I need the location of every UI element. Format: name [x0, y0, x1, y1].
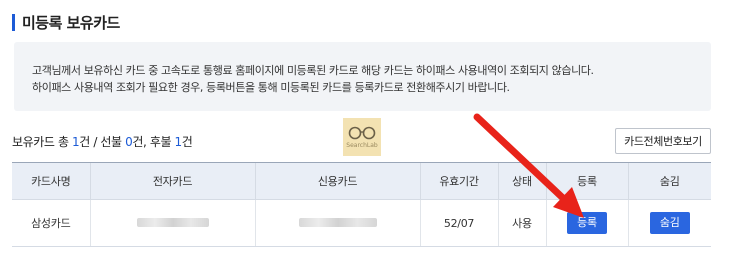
card-table: 카드사명 전자카드 신용카드 유효기간 상태 등록 숨김 삼성카드 52/07 …: [12, 162, 711, 247]
header-hide: 숨김: [627, 162, 711, 200]
header-status: 상태: [497, 162, 546, 200]
section-title: 미등록 보유카드: [12, 12, 120, 32]
view-all-numbers-button[interactable]: 카드전체번호보기: [615, 128, 711, 154]
register-button[interactable]: 등록: [567, 212, 607, 234]
notice-line-2: 하이패스 사용내역 조회가 필요한 경우, 등록버튼을 통해 미등록된 카드를 …: [32, 81, 510, 94]
title-accent-bar: [12, 13, 15, 31]
cell-credit-card: [254, 199, 420, 247]
header-company: 카드사명: [12, 162, 90, 200]
table-header-row: 카드사명 전자카드 신용카드 유효기간 상태 등록 숨김: [12, 162, 711, 200]
summary-prefix: 보유카드 총: [12, 135, 73, 149]
cell-electronic-card: [89, 199, 255, 247]
notice-line-1: 고객님께서 보유하신 카드 중 고속도로 통행료 홈페이지에 미등록된 카드로 …: [32, 64, 594, 77]
summary-unit-2: 건, 후불: [132, 135, 175, 149]
card-count-summary: 보유카드 총 1건 / 선불 0건, 후불 1건: [12, 133, 193, 150]
cell-company: 삼성카드: [12, 199, 90, 247]
header-expiry: 유효기간: [419, 162, 498, 200]
notice-box: 고객님께서 보유하신 카드 중 고속도로 통행료 홈페이지에 미등록된 카드로 …: [14, 42, 711, 111]
summary-unit-3: 건: [181, 135, 193, 149]
summary-unit-1: 건 / 선불: [79, 135, 126, 149]
cell-hide: 숨김: [627, 199, 711, 247]
blurred-card-number: [298, 217, 377, 227]
header-credit-card: 신용카드: [254, 162, 420, 200]
blurred-card-number: [136, 217, 209, 227]
cell-status: 사용: [497, 199, 546, 247]
summary-postpaid: 1: [174, 135, 183, 149]
cell-expiry: 52/07: [419, 199, 498, 247]
watermark-text: SearchLab: [346, 141, 378, 149]
hide-button[interactable]: 숨김: [649, 212, 690, 234]
watermark-logo: SearchLab: [343, 118, 381, 156]
page-title: 미등록 보유카드: [22, 13, 120, 32]
glasses-icon: [348, 126, 376, 139]
cell-register: 등록: [545, 199, 628, 247]
table-row: 삼성카드 52/07 사용 등록 숨김: [12, 199, 711, 247]
header-register: 등록: [545, 162, 628, 200]
header-electronic-card: 전자카드: [89, 162, 255, 200]
